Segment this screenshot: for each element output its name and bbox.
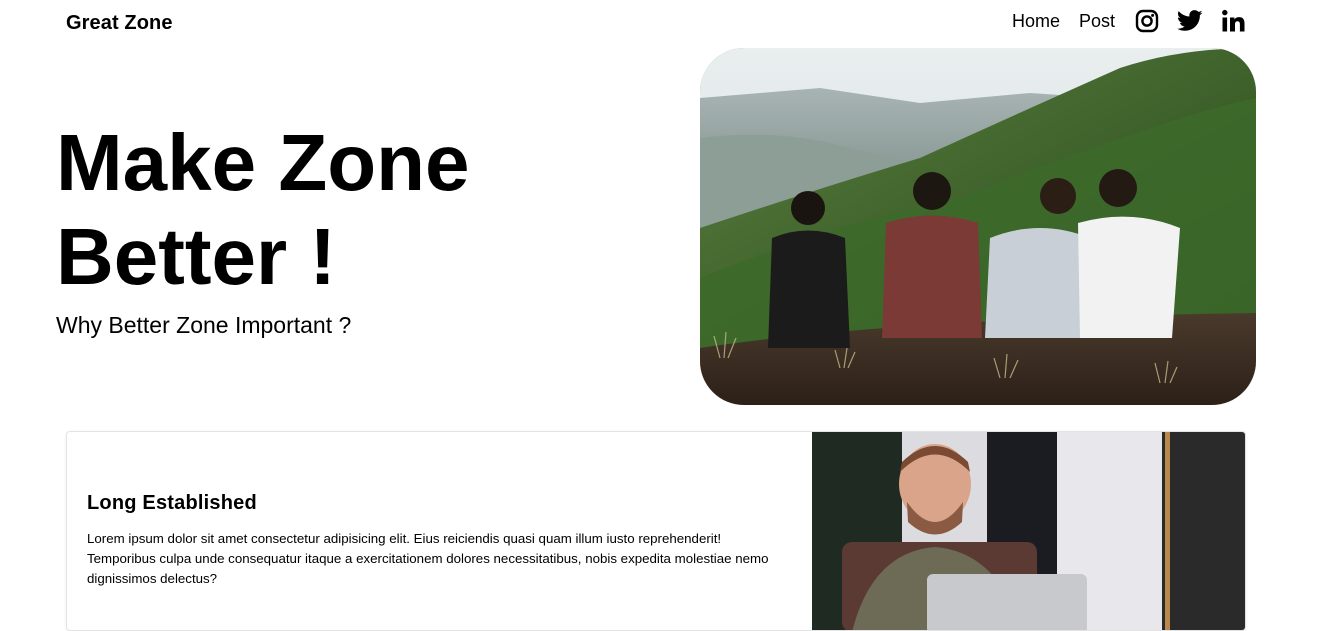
card-title: Long Established [87,492,257,514]
twitter-icon[interactable] [1177,8,1203,34]
hero-subtitle: Why Better Zone Important ? [56,312,352,338]
brand-logo[interactable]: Great Zone [66,12,173,35]
card-image [812,432,1245,630]
feature-card: Long Established Lorem ipsum dolor sit a… [66,431,1246,631]
linkedin-icon[interactable] [1220,8,1246,34]
hero-image [700,48,1256,405]
nav-link-post[interactable]: Post [1079,6,1115,36]
hero-illustration [700,48,1256,405]
nav-link-home[interactable]: Home [1012,6,1060,36]
navbar: Great Zone Home Post [0,0,1320,46]
card-body: Long Established Lorem ipsum dolor sit a… [87,492,787,589]
hero-title: Make Zone Better ! [56,118,470,301]
card-illustration [812,432,1245,630]
card-text: Lorem ipsum dolor sit amet consectetur a… [87,531,769,586]
nav-links: Home Post [1012,6,1246,36]
instagram-icon[interactable] [1134,8,1160,34]
